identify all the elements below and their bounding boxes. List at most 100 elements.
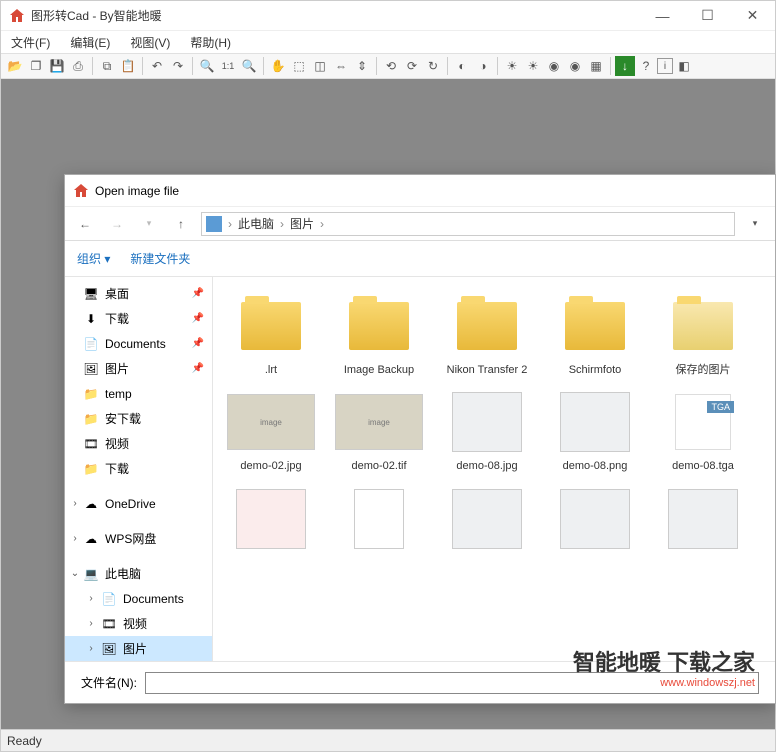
unknown-icon[interactable]: ◧ [674, 56, 694, 76]
nav-dropdown-button[interactable]: ▾ [137, 212, 161, 236]
file-item[interactable]: Schirmfoto [545, 289, 645, 381]
sidebar-item-label: 图片 [105, 360, 129, 377]
sidebar-item-label: 下载 [105, 310, 129, 327]
expand-icon[interactable]: › [85, 593, 97, 604]
file-item[interactable] [545, 482, 645, 560]
file-thumb [442, 486, 532, 552]
file-item[interactable]: Image Backup [329, 289, 429, 381]
file-item[interactable] [653, 482, 753, 560]
menu-help[interactable]: 帮助(H) [186, 32, 235, 53]
file-item[interactable] [221, 482, 321, 560]
zoom-in-icon[interactable]: 🔍 [197, 56, 217, 76]
window-title: 图形转Cad - By智能地暖 [31, 7, 640, 24]
redo-icon[interactable]: ↷ [168, 56, 188, 76]
file-item[interactable]: demo-08.png [545, 385, 645, 477]
expand-icon[interactable]: › [85, 643, 97, 654]
select-icon[interactable]: ⬚ [289, 56, 309, 76]
maximize-button[interactable]: ☐ [685, 1, 730, 31]
nav-back-button[interactable]: ← [73, 212, 97, 236]
expand-icon[interactable]: ⌄ [69, 568, 81, 579]
breadcrumb-item[interactable]: 图片 [290, 215, 314, 232]
nav-up-button[interactable]: ↑ [169, 212, 193, 236]
file-label: Schirmfoto [569, 363, 622, 377]
rotate-free-icon[interactable]: ↻ [423, 56, 443, 76]
sidebar-item[interactable]: 📁安下载 [65, 406, 212, 431]
sidebar-item[interactable]: 📁下载 [65, 456, 212, 481]
breadcrumb-item[interactable]: 此电脑 [238, 215, 274, 232]
sidebar-item[interactable]: ›🖼图片 [65, 636, 212, 661]
file-thumb [658, 486, 748, 552]
sidebar-item[interactable]: 📄Documents📌 [65, 331, 212, 356]
file-item[interactable] [329, 482, 429, 560]
sidebar-item[interactable]: ›☁OneDrive [65, 491, 212, 516]
sidebar-item[interactable]: ⬇下载📌 [65, 306, 212, 331]
sidebar-item[interactable]: 🖼图片📌 [65, 356, 212, 381]
menu-view[interactable]: 视图(V) [126, 32, 174, 53]
file-thumb [442, 389, 532, 455]
pin-icon: 📌 [192, 288, 204, 299]
file-item[interactable]: 保存的图片 [653, 289, 753, 381]
info-icon[interactable]: i [657, 58, 673, 74]
watermark: 智能地暖 下载之家 www.windowszj.net [573, 645, 755, 689]
file-item[interactable]: imagedemo-02.jpg [221, 385, 321, 477]
file-item[interactable] [437, 482, 537, 560]
adjust-3-icon[interactable]: ◉ [544, 56, 564, 76]
pc-icon [206, 216, 222, 232]
sidebar-item[interactable]: ›☁WPS网盘 [65, 526, 212, 551]
paste-icon[interactable]: 📋 [118, 56, 138, 76]
dialog-titlebar: Open image file [65, 175, 775, 207]
titlebar: 图形转Cad - By智能地暖 — ☐ ✕ [1, 1, 775, 31]
go-icon[interactable]: ↓ [615, 56, 635, 76]
adjust-4-icon[interactable]: ◉ [565, 56, 585, 76]
copy-icon[interactable]: ⧉ [97, 56, 117, 76]
minimize-button[interactable]: — [640, 1, 685, 31]
file-list: .lrtImage BackupNikon Transfer 2 Schirmfo… [213, 277, 775, 661]
menu-file[interactable]: 文件(F) [7, 32, 54, 53]
expand-icon[interactable]: › [85, 618, 97, 629]
adjust-1-icon[interactable]: ☀ [502, 56, 522, 76]
pin-icon: 📌 [192, 313, 204, 324]
watermark-url: www.windowszj.net [660, 677, 755, 689]
breadcrumb-dropdown[interactable]: ▾ [743, 212, 767, 236]
rotate-left-icon[interactable]: ⟲ [381, 56, 401, 76]
file-item[interactable]: Nikon Transfer 2 [437, 289, 537, 381]
menu-edit[interactable]: 编辑(E) [66, 32, 114, 53]
undo-icon[interactable]: ↶ [147, 56, 167, 76]
sidebar-item[interactable]: 📁temp [65, 381, 212, 406]
expand-icon[interactable]: › [69, 498, 81, 509]
new-folder-button[interactable]: 新建文件夹 [130, 250, 190, 267]
expand-icon[interactable]: › [69, 533, 81, 544]
brightness-icon[interactable]: ◑ [473, 56, 493, 76]
crop-icon[interactable]: ◫ [310, 56, 330, 76]
print-icon[interactable]: ⎙ [68, 56, 88, 76]
sidebar-item[interactable]: 🎞视频 [65, 431, 212, 456]
sidebar-item[interactable]: ›🎞视频 [65, 611, 212, 636]
sidebar-item[interactable]: ›📄Documents [65, 586, 212, 611]
sidebar-item[interactable]: ⌄💻此电脑 [65, 561, 212, 586]
flip-v-icon[interactable]: ⇕ [352, 56, 372, 76]
zoom-actual-icon[interactable]: 1:1 [218, 56, 238, 76]
window-icon[interactable]: ❐ [26, 56, 46, 76]
save-icon[interactable]: 💾 [47, 56, 67, 76]
organize-button[interactable]: 组织 ▾ [77, 250, 110, 267]
file-thumb [442, 293, 532, 359]
file-item[interactable]: demo-08.jpg [437, 385, 537, 477]
adjust-5-icon[interactable]: ▦ [586, 56, 606, 76]
breadcrumb[interactable]: › 此电脑 › 图片 › [201, 212, 735, 236]
file-item[interactable]: .lrt [221, 289, 321, 381]
video-icon: 🎞 [101, 616, 117, 632]
flip-h-icon[interactable]: ⇔ [331, 56, 351, 76]
sidebar-item[interactable]: 🖥桌面📌 [65, 281, 212, 306]
contrast-icon[interactable]: ◐ [452, 56, 472, 76]
adjust-2-icon[interactable]: ☀ [523, 56, 543, 76]
zoom-out-icon[interactable]: 🔍 [239, 56, 259, 76]
menubar: 文件(F) 编辑(E) 视图(V) 帮助(H) [1, 31, 775, 53]
open-icon[interactable]: 📂 [5, 56, 25, 76]
close-button[interactable]: ✕ [730, 1, 775, 31]
file-item[interactable]: TGAdemo-08.tga [653, 385, 753, 477]
rotate-right-icon[interactable]: ⟳ [402, 56, 422, 76]
pan-icon[interactable]: ✋ [268, 56, 288, 76]
help-icon[interactable]: ? [636, 56, 656, 76]
nav-forward-button[interactable]: → [105, 212, 129, 236]
file-item[interactable]: imagedemo-02.tif [329, 385, 429, 477]
